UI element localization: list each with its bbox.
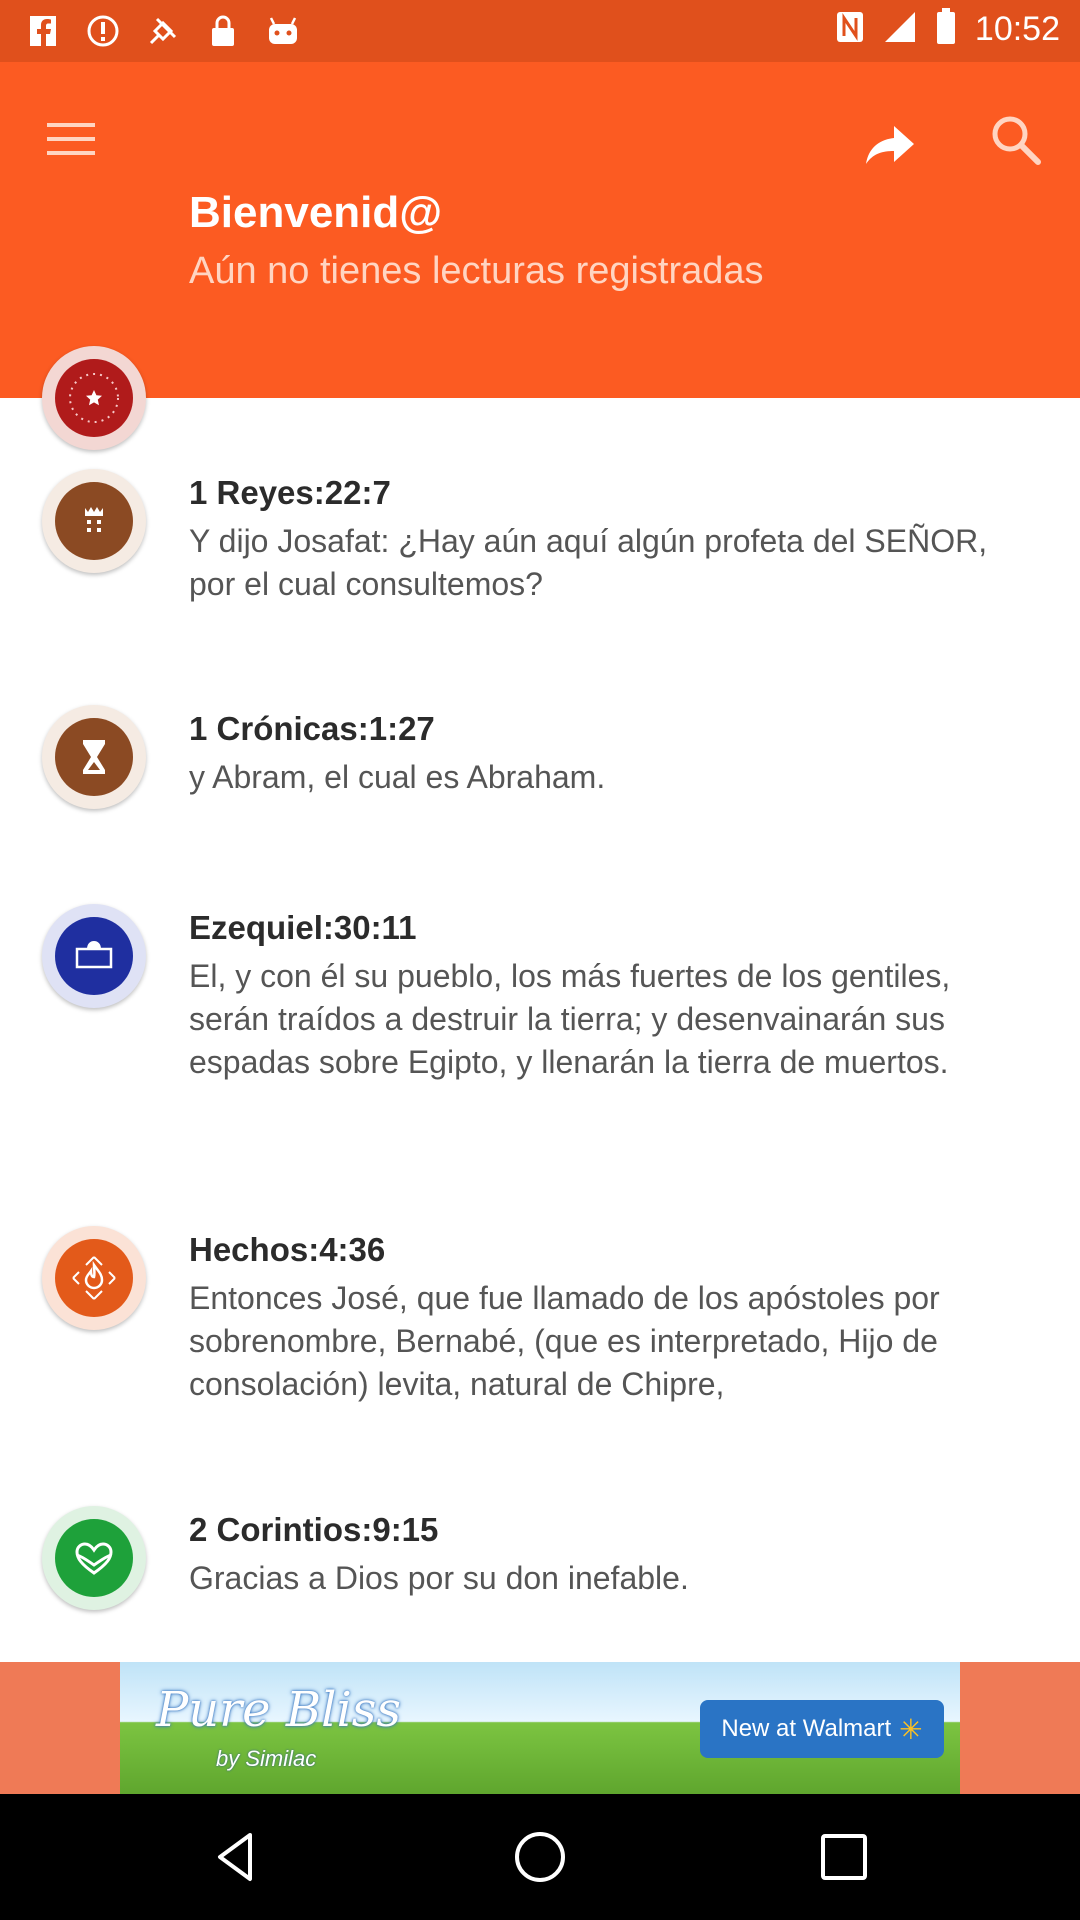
reading-avatar — [42, 1226, 146, 1330]
list-item[interactable]: 1 Crónicas:1:27 y Abram, el cual es Abra… — [189, 710, 1039, 799]
android-icon — [264, 12, 302, 50]
navigation-bar — [0, 1794, 1080, 1920]
list-item[interactable]: 1 Reyes:22:7 Y dijo Josafat: ¿Hay aún aq… — [189, 474, 1039, 606]
share-icon[interactable] — [862, 114, 918, 170]
hourglass-icon — [83, 740, 105, 774]
star-icon — [69, 373, 119, 423]
ark-icon — [75, 941, 113, 969]
welcome-subtitle: Aún no tienes lecturas registradas — [189, 250, 764, 292]
search-icon[interactable] — [988, 112, 1044, 168]
ad-byline: by Similac — [216, 1746, 317, 1771]
nfc-icon — [835, 10, 865, 49]
app-header — [0, 62, 1080, 398]
status-bar: 10:52 — [0, 0, 1080, 62]
list-item[interactable]: Hechos:4:36 Entonces José, que fue llama… — [189, 1231, 1039, 1406]
user-avatar[interactable] — [42, 346, 146, 450]
reading-reference: 1 Reyes:22:7 — [189, 474, 391, 511]
welcome-title: Bienvenid@ — [189, 188, 443, 237]
heart-icon — [75, 1542, 113, 1575]
alert-icon — [84, 12, 122, 50]
list-item[interactable]: Ezequiel:30:11 El, y con él su pueblo, l… — [189, 909, 1039, 1084]
walmart-spark-icon: ✳ — [899, 1713, 923, 1745]
ad-cta-label: New at Walmart — [721, 1715, 892, 1742]
reading-reference: 2 Corintios:9:15 — [189, 1511, 439, 1548]
recents-icon[interactable] — [814, 1827, 874, 1887]
reading-text: Y dijo Josafat: ¿Hay aún aquí algún prof… — [189, 523, 988, 602]
ad-cta-button[interactable]: New at Walmart ✳ — [700, 1700, 944, 1758]
home-icon[interactable] — [510, 1827, 570, 1887]
reading-avatar — [42, 469, 146, 573]
list-item[interactable]: 2 Corintios:9:15 Gracias a Dios por su d… — [189, 1511, 1039, 1600]
reading-text: y Abram, el cual es Abraham. — [189, 759, 606, 795]
reading-text: Gracias a Dios por su don inefable. — [189, 1560, 689, 1596]
ad-image[interactable]: Pure Bliss by Similac New at Walmart ✳ — [120, 1662, 960, 1794]
reading-reference: Ezequiel:30:11 — [189, 909, 417, 946]
menu-icon[interactable] — [42, 110, 100, 168]
back-icon[interactable] — [206, 1827, 266, 1887]
reading-avatar — [42, 1506, 146, 1610]
facebook-icon — [24, 12, 62, 50]
ad-brand: Pure Bliss — [156, 1682, 402, 1738]
reading-text: El, y con él su pueblo, los más fuertes … — [189, 958, 951, 1080]
signal-icon — [883, 10, 917, 49]
reading-reference: Hechos:4:36 — [189, 1231, 386, 1268]
reading-text: Entonces José, que fue llamado de los ap… — [189, 1280, 940, 1402]
lock-icon — [204, 12, 242, 50]
ad-banner[interactable]: Pure Bliss by Similac New at Walmart ✳ — [0, 1662, 1080, 1794]
battery-icon — [935, 8, 957, 51]
reading-avatar — [42, 705, 146, 809]
flame-icon — [72, 1256, 116, 1300]
castle-icon — [85, 507, 103, 532]
reading-avatar — [42, 904, 146, 1008]
reading-reference: 1 Crónicas:1:27 — [189, 710, 435, 747]
location-icon — [144, 12, 182, 50]
status-time: 10:52 — [974, 10, 1060, 48]
